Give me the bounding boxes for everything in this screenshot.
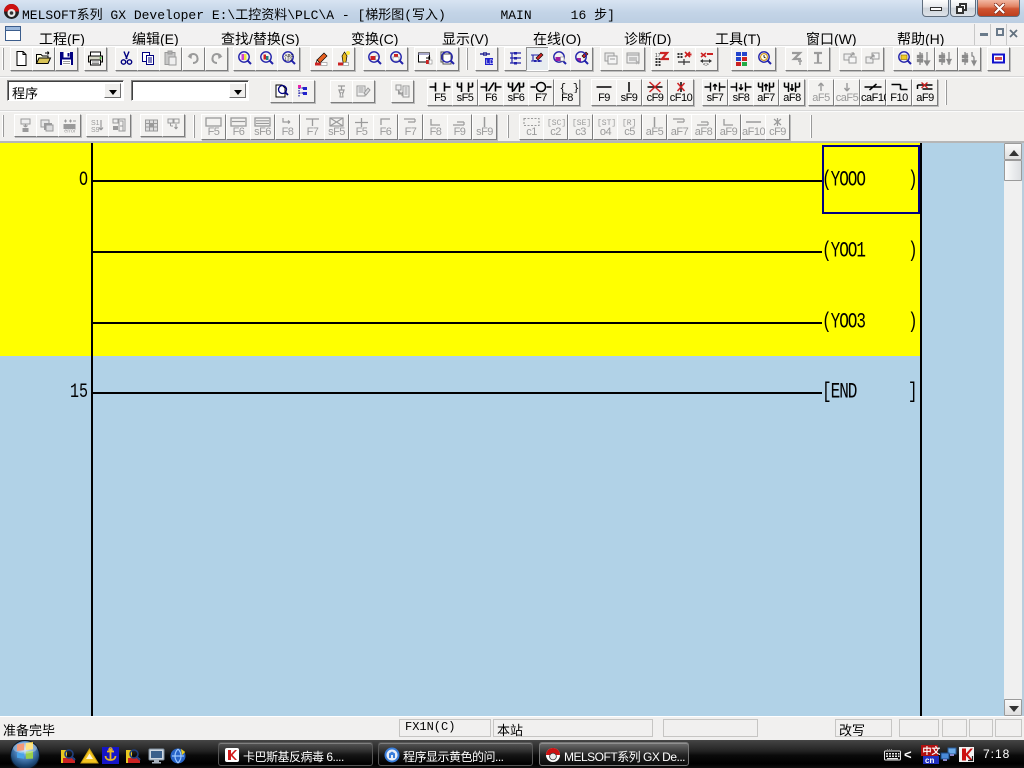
svg-text:error: error	[64, 129, 76, 135]
svg-text:中文: 中文	[923, 745, 941, 756]
svg-text:S9: S9	[91, 127, 100, 134]
svg-text:123: 123	[285, 57, 293, 62]
svg-text:LD: LD	[486, 60, 494, 66]
svg-text:S1: S1	[91, 120, 100, 127]
svg-text:cn: cn	[925, 756, 934, 765]
svg-text:<>: <>	[703, 62, 709, 67]
svg-text:17: 17	[655, 53, 661, 59]
